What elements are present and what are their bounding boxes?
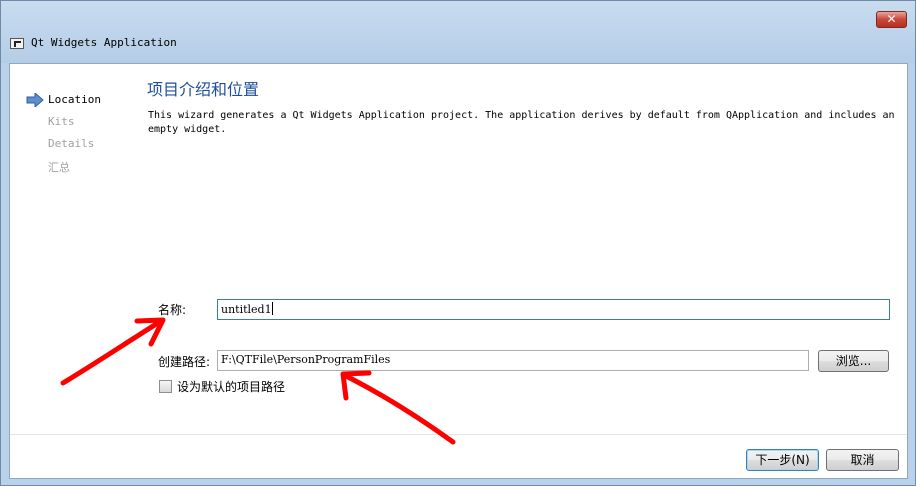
footer-divider xyxy=(10,434,907,435)
step-summary: 汇总 xyxy=(48,161,70,174)
cancel-button[interactable]: 取消 xyxy=(826,449,899,471)
window-title: Qt Widgets Application xyxy=(31,36,177,49)
name-label: 名称: xyxy=(158,303,187,317)
wizard-window: Qt Widgets Application ✕ Location Kits D… xyxy=(0,0,916,486)
current-step-arrow-icon xyxy=(26,93,44,107)
text-caret xyxy=(271,302,273,315)
app-window-icon xyxy=(10,38,24,49)
step-location: Location xyxy=(48,93,101,106)
title-bar: Qt Widgets Application ✕ xyxy=(1,1,915,63)
page-title: 项目介绍和位置 xyxy=(147,80,260,99)
default-path-checkbox[interactable] xyxy=(159,380,172,393)
wizard-steps: Location Kits Details 汇总 xyxy=(48,93,101,181)
path-label: 创建路径: xyxy=(158,355,211,369)
wizard-client-area: Location Kits Details 汇总 项目介绍和位置 This wi… xyxy=(9,63,908,479)
default-path-checkbox-label: 设为默认的项目路径 xyxy=(177,380,286,394)
name-input-value: untitled1 xyxy=(221,303,272,316)
next-button[interactable]: 下一步(N) xyxy=(746,449,819,471)
browse-button[interactable]: 浏览... xyxy=(818,350,889,372)
name-input[interactable]: untitled1 xyxy=(217,299,890,320)
step-kits: Kits xyxy=(48,115,75,128)
close-button[interactable]: ✕ xyxy=(876,11,907,28)
path-input[interactable]: F:\QTFile\PersonProgramFiles xyxy=(217,350,809,371)
page-description: This wizard generates a Qt Widgets Appli… xyxy=(148,110,895,135)
step-details: Details xyxy=(48,137,95,150)
